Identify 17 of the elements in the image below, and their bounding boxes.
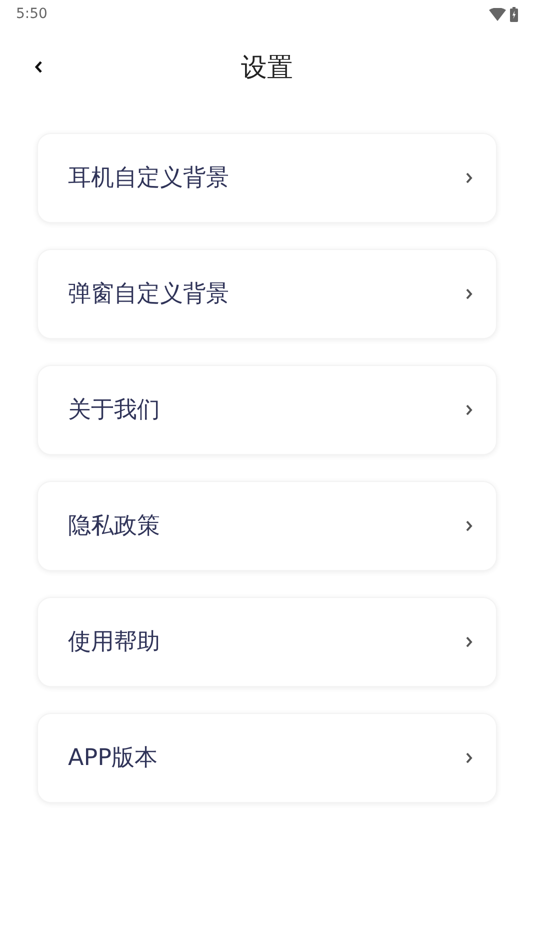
chevron-right-icon [464,751,474,765]
wifi-icon [489,8,506,20]
settings-item[interactable]: 弹窗自定义背景 [37,249,497,339]
settings-item[interactable]: 耳机自定义背景 [37,133,497,223]
settings-item[interactable]: 关于我们 [37,365,497,455]
settings-item[interactable]: 使用帮助 [37,597,497,687]
chevron-right-icon [464,403,474,417]
battery-icon [510,6,518,22]
status-time: 5:50 [16,4,48,24]
chevron-right-icon [464,519,474,533]
settings-item[interactable]: APP版本 [37,713,497,803]
settings-item[interactable]: 隐私政策 [37,481,497,571]
chevron-right-icon [464,287,474,301]
page-title: 设置 [241,52,293,84]
chevron-right-icon [464,635,474,649]
back-icon [33,58,45,75]
chevron-right-icon [464,171,474,185]
